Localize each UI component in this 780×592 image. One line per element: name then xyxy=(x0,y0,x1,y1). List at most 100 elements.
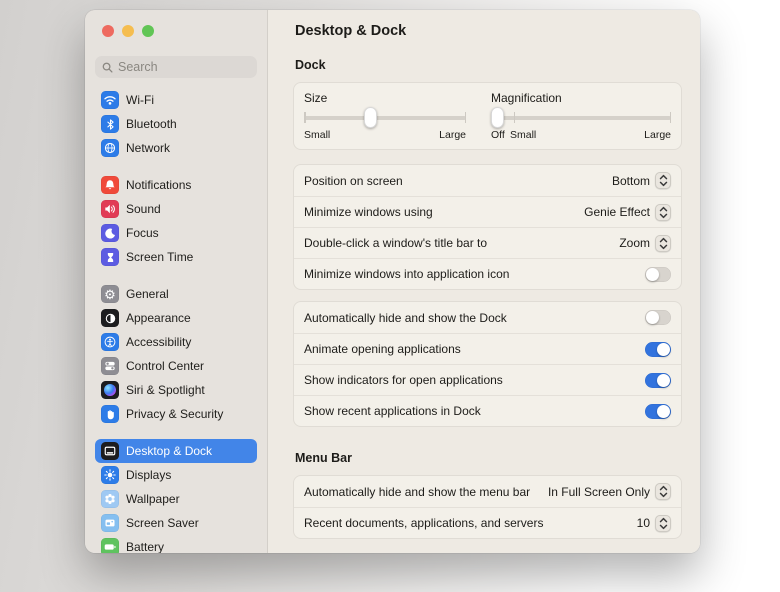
sidebar-item-label: Focus xyxy=(126,226,159,240)
page-title: Desktop & Dock xyxy=(293,23,682,39)
siri-icon xyxy=(101,381,119,399)
menu-bar-hide-popup-button[interactable]: In Full Screen Only xyxy=(548,483,671,500)
bluetooth-icon xyxy=(101,115,119,133)
popup-value: Bottom xyxy=(612,174,650,188)
sidebar-item-label: Screen Time xyxy=(126,250,193,264)
sidebar-item-appearance[interactable]: Appearance xyxy=(95,306,257,330)
recent-items-popup-button[interactable]: 10 xyxy=(637,515,671,532)
animate-opening-toggle[interactable] xyxy=(645,342,671,357)
minimize-effect-popup-button[interactable]: Genie Effect xyxy=(584,204,671,221)
desktop-background: Search Wi-Fi Bluetooth Network Notificat… xyxy=(0,0,780,592)
magnification-off-label: Off xyxy=(491,129,505,141)
show-recents-toggle[interactable] xyxy=(645,404,671,419)
sidebar-item-accessibility[interactable]: Accessibility xyxy=(95,330,257,354)
half-circle-icon xyxy=(101,309,119,327)
magnification-slider-knob[interactable] xyxy=(491,107,504,128)
sidebar-item-focus[interactable]: Focus xyxy=(95,221,257,245)
show-indicators-toggle[interactable] xyxy=(645,373,671,388)
gear-icon: ⚙ xyxy=(101,285,119,303)
double-click-popup-button[interactable]: Zoom xyxy=(619,235,671,252)
sidebar-item-screen-time[interactable]: Screen Time xyxy=(95,245,257,269)
row-label: Show recent applications in Dock xyxy=(304,404,481,418)
sidebar-item-displays[interactable]: Displays xyxy=(95,463,257,487)
toggles-icon xyxy=(101,357,119,375)
moon-icon xyxy=(101,224,119,242)
size-slider-knob[interactable] xyxy=(364,107,377,128)
accessibility-icon xyxy=(101,333,119,351)
row-label: Minimize windows into application icon xyxy=(304,267,509,281)
popup-value: 10 xyxy=(637,516,650,530)
sidebar-group-system: ⚙ General Appearance Accessibility Contr… xyxy=(95,282,257,426)
sidebar-group-connectivity: Wi-Fi Bluetooth Network xyxy=(95,88,257,160)
magnification-max-label: Large xyxy=(644,129,671,141)
sidebar-item-label: Control Center xyxy=(126,359,204,373)
position-popup-button[interactable]: Bottom xyxy=(612,172,671,189)
sidebar-item-label: Sound xyxy=(126,202,161,216)
close-button[interactable] xyxy=(102,25,114,37)
popup-value: In Full Screen Only xyxy=(548,485,650,499)
sidebar-item-label: Privacy & Security xyxy=(126,407,223,421)
sidebar-item-label: Screen Saver xyxy=(126,516,199,530)
minimize-into-app-icon-toggle[interactable] xyxy=(645,267,671,282)
size-max-label: Large xyxy=(439,129,466,141)
sidebar-item-privacy-security[interactable]: Privacy & Security xyxy=(95,402,257,426)
sidebar-item-screen-saver[interactable]: Screen Saver xyxy=(95,511,257,535)
search-placeholder: Search xyxy=(118,60,158,74)
system-settings-window: Search Wi-Fi Bluetooth Network Notificat… xyxy=(85,10,700,553)
row-minimize-windows-using: Minimize windows using Genie Effect xyxy=(294,196,681,227)
row-label: Automatically hide and show the Dock xyxy=(304,311,507,325)
magnification-slider-track[interactable] xyxy=(491,107,671,129)
sidebar-item-general[interactable]: ⚙ General xyxy=(95,282,257,306)
menu-bar-section-heading: Menu Bar xyxy=(293,451,682,465)
sidebar-item-control-center[interactable]: Control Center xyxy=(95,354,257,378)
magnification-slider-label: Magnification xyxy=(491,91,671,105)
auto-hide-dock-toggle[interactable] xyxy=(645,310,671,325)
sidebar-item-label: Network xyxy=(126,141,170,155)
sidebar-item-wifi[interactable]: Wi-Fi xyxy=(95,88,257,112)
chevron-updown-icon xyxy=(655,172,671,189)
sun-icon xyxy=(101,466,119,484)
row-show-recents: Show recent applications in Dock xyxy=(294,395,681,426)
sidebar-item-bluetooth[interactable]: Bluetooth xyxy=(95,112,257,136)
zoom-button[interactable] xyxy=(142,25,154,37)
row-animate-opening: Animate opening applications xyxy=(294,333,681,364)
size-slider-track[interactable] xyxy=(304,107,466,129)
globe-icon xyxy=(101,139,119,157)
battery-icon xyxy=(101,538,119,553)
size-slider: Size Small Large xyxy=(304,91,466,142)
sidebar-item-label: General xyxy=(126,287,169,301)
settings-pane: Desktop & Dock Dock Size Small Large Mag… xyxy=(268,10,700,553)
dock-options-card: Position on screen Bottom Minimize windo… xyxy=(293,164,682,290)
sidebar-item-network[interactable]: Network xyxy=(95,136,257,160)
sidebar-item-label: Appearance xyxy=(126,311,191,325)
sidebar-item-label: Notifications xyxy=(126,178,191,192)
sidebar-item-siri-spotlight[interactable]: Siri & Spotlight xyxy=(95,378,257,402)
row-auto-hide-dock: Automatically hide and show the Dock xyxy=(294,302,681,333)
hand-icon xyxy=(101,405,119,423)
hourglass-icon xyxy=(101,248,119,266)
magnification-slider: Magnification Off Small Large xyxy=(491,91,671,142)
dock-toggles-card: Automatically hide and show the Dock Ani… xyxy=(293,301,682,427)
flower-icon xyxy=(101,490,119,508)
sidebar-item-wallpaper[interactable]: Wallpaper xyxy=(95,487,257,511)
sidebar-item-label: Siri & Spotlight xyxy=(126,383,205,397)
popup-value: Zoom xyxy=(619,236,650,250)
sidebar-item-desktop-dock[interactable]: Desktop & Dock xyxy=(95,439,257,463)
minimize-button[interactable] xyxy=(122,25,134,37)
sidebar-item-battery[interactable]: Battery xyxy=(95,535,257,553)
row-minimize-into-app-icon: Minimize windows into application icon xyxy=(294,258,681,289)
desktop-dock-icon xyxy=(101,442,119,460)
sidebar-item-label: Displays xyxy=(126,468,171,482)
magnification-min-label: Small xyxy=(510,129,536,141)
chevron-updown-icon xyxy=(655,483,671,500)
search-input[interactable]: Search xyxy=(95,56,257,78)
row-label: Recent documents, applications, and serv… xyxy=(304,516,543,530)
sidebar-item-notifications[interactable]: Notifications xyxy=(95,173,257,197)
row-show-indicators: Show indicators for open applications xyxy=(294,364,681,395)
sidebar-item-label: Bluetooth xyxy=(126,117,177,131)
search-icon xyxy=(102,62,113,73)
row-auto-hide-menu-bar: Automatically hide and show the menu bar… xyxy=(294,476,681,507)
row-label: Double-click a window's title bar to xyxy=(304,236,487,250)
sidebar-item-sound[interactable]: Sound xyxy=(95,197,257,221)
chevron-updown-icon xyxy=(655,204,671,221)
